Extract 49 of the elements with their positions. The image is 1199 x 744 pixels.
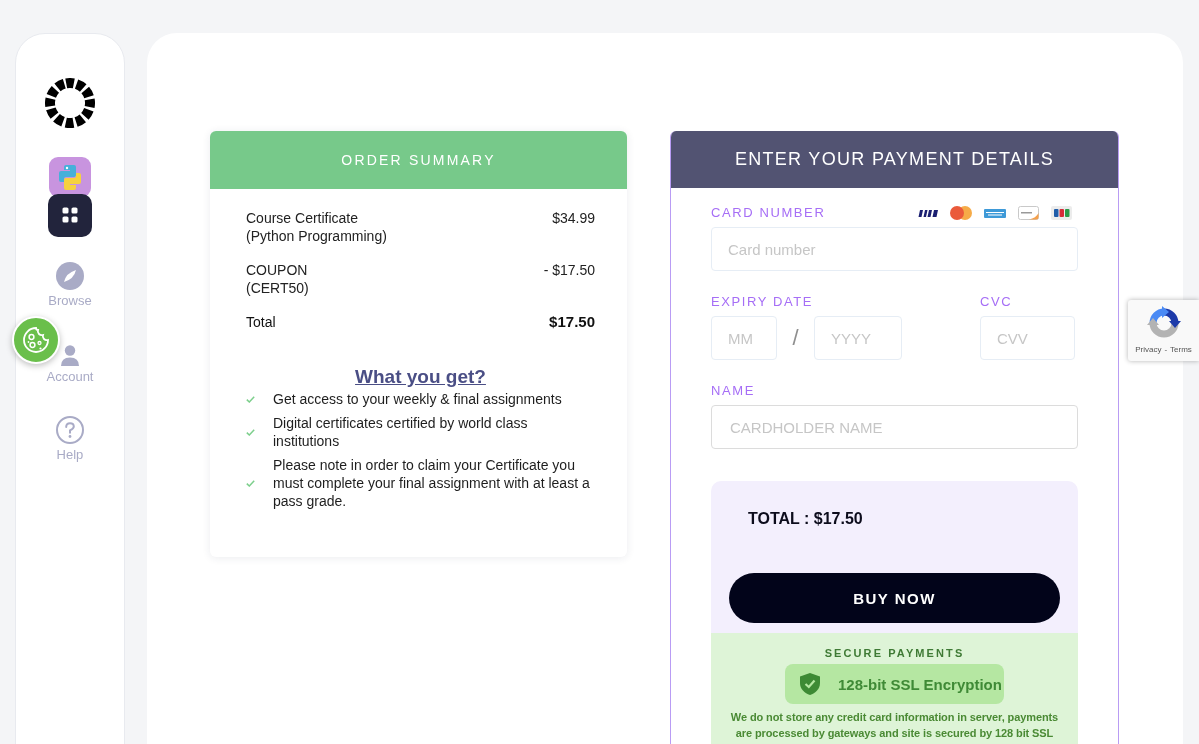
date-separator: / bbox=[791, 325, 800, 351]
item-detail: (CERT50) bbox=[246, 279, 309, 297]
total-amount: $17.50 bbox=[549, 313, 595, 331]
benefit-text: Get access to your weekly & final assignments bbox=[273, 390, 562, 408]
item-price: - $17.50 bbox=[543, 261, 595, 279]
shield-check-icon bbox=[800, 673, 820, 695]
circular-arrows-icon bbox=[1146, 306, 1181, 340]
card-brand-icon bbox=[984, 208, 1006, 218]
grid-tile-icon[interactable] bbox=[48, 194, 92, 237]
security-note: We do not store any credit card information in server, payments are processed by gateways and site is secured by 128 bit SSL bbox=[729, 710, 1060, 741]
item-detail: (Python Programming) bbox=[246, 227, 387, 245]
field-label: EXPIRY DATE bbox=[711, 293, 815, 311]
benefit-text: Please note in order to claim your Certificate you must complete your final assignment with at least a pass grade. bbox=[273, 456, 591, 510]
card-brand-icon bbox=[1018, 206, 1039, 220]
total-label: Total bbox=[246, 313, 276, 331]
check-icon bbox=[246, 479, 255, 487]
card-number-field[interactable]: Card number bbox=[711, 227, 1078, 271]
ssl-badge-text: 128-bit SSL Encryption bbox=[838, 675, 1002, 693]
help-icon bbox=[56, 416, 84, 444]
item-name: Course Certificate bbox=[246, 209, 359, 227]
benefits-heading: What you get? bbox=[354, 366, 487, 388]
card-brand-icon bbox=[950, 206, 972, 220]
item-price: $34.99 bbox=[552, 209, 595, 227]
year-field[interactable]: YYYY bbox=[814, 316, 902, 360]
buy-now-button[interactable]: BUY NOW bbox=[729, 573, 1060, 623]
segmented-ring-logo-icon bbox=[45, 78, 95, 128]
person-icon bbox=[60, 345, 80, 366]
checkout-total: TOTAL : $17.50 bbox=[747, 510, 864, 528]
footer-link[interactable]: Privacy bbox=[1135, 345, 1162, 355]
check-icon bbox=[246, 428, 255, 436]
item-name: COUPON bbox=[246, 261, 308, 279]
snake-logo-tile-icon[interactable] bbox=[49, 157, 91, 197]
field-label: NAME bbox=[711, 382, 756, 400]
card-header: ENTER YOUR PAYMENT DETAILS bbox=[671, 131, 1118, 188]
compass-icon bbox=[56, 262, 84, 290]
benefit-text: Digital certificates certified by world class institutions bbox=[273, 414, 529, 450]
cardholder-name-field[interactable]: CARDHOLDER NAME bbox=[711, 405, 1078, 449]
card-brand-icon bbox=[918, 209, 938, 217]
cvc-field[interactable]: CVV bbox=[980, 316, 1075, 360]
card-header: ORDER SUMMARY bbox=[210, 131, 627, 189]
field-label: CVC bbox=[980, 293, 1014, 311]
month-field[interactable]: MM bbox=[711, 316, 777, 360]
secure-payments-title: SECURE PAYMENTS bbox=[823, 647, 966, 660]
link-separator: - bbox=[1164, 345, 1168, 355]
field-label: CARD NUMBER bbox=[711, 204, 826, 222]
card-brand-icon bbox=[1051, 206, 1072, 220]
cookie-icon bbox=[21, 325, 51, 355]
footer-link[interactable]: Terms bbox=[1170, 345, 1192, 355]
check-icon bbox=[246, 395, 255, 403]
